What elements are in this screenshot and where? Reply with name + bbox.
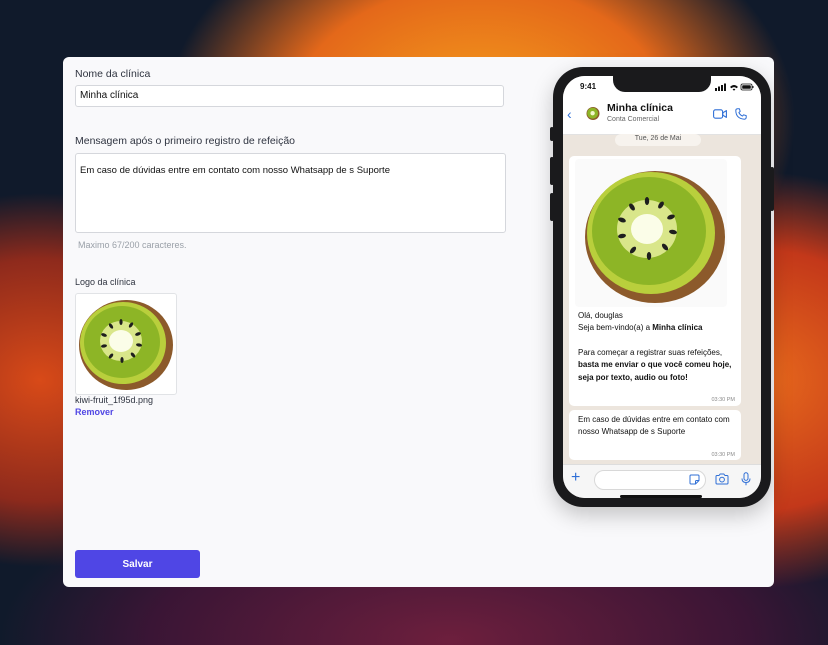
chat-subtitle: Conta Comercial — [607, 116, 660, 123]
save-button[interactable]: Salvar — [75, 550, 200, 578]
clinic-name-label: Nome da clínica — [75, 68, 151, 80]
message-label: Mensagem após o primeiro registro de ref… — [75, 135, 296, 147]
sticker-icon[interactable] — [689, 474, 700, 485]
status-icons — [715, 83, 754, 91]
logo-label: Logo da clínica — [75, 277, 136, 287]
phone-call-icon[interactable] — [735, 108, 747, 120]
message-input-bar: + — [563, 464, 761, 498]
avatar — [585, 105, 601, 121]
microphone-icon[interactable] — [741, 472, 751, 486]
home-indicator — [620, 495, 702, 498]
chat-bubble-welcome: Olá, douglas Seja bem-vindo(a) a Minha c… — [569, 156, 741, 406]
chat-name: Minha clínica — [607, 102, 673, 114]
phone-screen: 9:41 ‹ Minha clínica Conta Comercial Tue… — [563, 76, 761, 498]
camera-icon[interactable] — [715, 473, 729, 485]
status-bar: 9:41 — [563, 76, 761, 96]
date-chip: Tue, 26 de Mai — [615, 134, 701, 146]
chat-header: ‹ Minha clínica Conta Comercial — [563, 96, 761, 135]
greeting-text: Olá, douglas — [578, 311, 623, 320]
instruction-text: Para começar a registrar suas refeições,… — [578, 348, 732, 382]
status-time: 9:41 — [580, 82, 597, 91]
whatsapp-phone-preview: 9:41 ‹ Minha clínica Conta Comercial Tue… — [550, 67, 774, 507]
char-count-hint: Maximo 67/200 caracteres. — [78, 240, 187, 250]
support-message-text: Em caso de dúvidas entre em contato com … — [578, 415, 730, 437]
message-textarea[interactable]: Em caso de dúvidas entre em contato com … — [75, 153, 506, 233]
message-time: 03:30 PM — [711, 397, 735, 403]
video-call-icon[interactable] — [713, 109, 727, 119]
welcome-text: Seja bem-vindo(a) a Minha clínica — [578, 323, 703, 332]
logo-filename: kiwi-fruit_1f95d.png — [75, 395, 154, 405]
message-time: 03:30 PM — [711, 452, 735, 458]
remove-logo-link[interactable]: Remover — [75, 407, 114, 417]
kiwi-image — [79, 300, 173, 390]
kiwi-avatar-icon — [586, 107, 600, 120]
settings-card: Nome da clínica Minha clínica Mensagem a… — [63, 57, 774, 587]
kiwi-image — [575, 159, 727, 307]
plus-icon[interactable]: + — [571, 469, 580, 487]
chat-bubble-support: Em caso de dúvidas entre em contato com … — [569, 410, 741, 460]
logo-preview[interactable] — [75, 293, 177, 395]
back-chevron-icon[interactable]: ‹ — [567, 107, 572, 121]
clinic-name-input[interactable]: Minha clínica — [75, 85, 504, 107]
